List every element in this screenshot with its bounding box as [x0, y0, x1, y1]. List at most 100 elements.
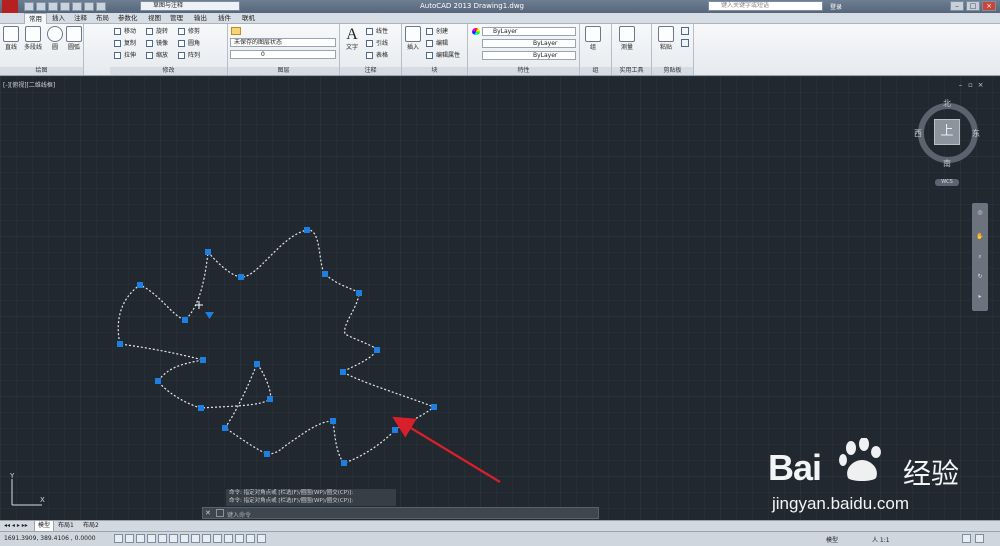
- panel-title-modify[interactable]: 修改: [110, 67, 227, 75]
- grip-point[interactable]: [340, 369, 346, 375]
- maximize-icon[interactable]: □: [966, 1, 980, 11]
- grip-point[interactable]: [117, 341, 123, 347]
- stretch-button[interactable]: 拉伸: [114, 51, 136, 60]
- linear-dim-button[interactable]: 线性: [366, 27, 388, 36]
- steering-wheel-icon[interactable]: ◎: [976, 209, 984, 217]
- quick-properties-icon[interactable]: [246, 534, 255, 543]
- tab-manage[interactable]: 管理: [166, 13, 187, 23]
- measure-button[interactable]: 测量: [616, 26, 638, 51]
- grip-point[interactable]: [238, 274, 244, 280]
- scale-button[interactable]: 缩放: [146, 51, 168, 60]
- panel-title-annotation[interactable]: 注释: [340, 67, 401, 75]
- layer-select[interactable]: 0: [230, 50, 336, 59]
- viewport-close-icon[interactable]: ×: [977, 82, 984, 89]
- tab-layout1[interactable]: 布局1: [55, 521, 77, 531]
- dynamic-input-icon[interactable]: [213, 534, 222, 543]
- line-button[interactable]: 直线: [0, 26, 22, 51]
- minimize-icon[interactable]: –: [950, 1, 964, 11]
- tab-insert[interactable]: 插入: [48, 13, 69, 23]
- dynamic-ucs-icon[interactable]: [202, 534, 211, 543]
- array-button[interactable]: 阵列: [178, 51, 200, 60]
- save-icon[interactable]: [48, 1, 58, 11]
- panel-title-layers[interactable]: 图层: [228, 67, 339, 75]
- rotate-button[interactable]: 旋转: [146, 27, 168, 36]
- compass-north[interactable]: 北: [943, 98, 951, 109]
- trim-button[interactable]: 修剪: [178, 27, 200, 36]
- command-close-icon[interactable]: ✕: [205, 509, 211, 517]
- model-space-button[interactable]: 模型: [826, 535, 838, 544]
- undo-icon[interactable]: [84, 1, 94, 11]
- color-select[interactable]: ByLayer: [482, 27, 576, 36]
- clean-screen-icon[interactable]: [975, 534, 984, 543]
- block-edit-button[interactable]: 编辑: [426, 39, 448, 48]
- viewcube[interactable]: 上 北 南 东 西: [914, 98, 984, 168]
- compass-east[interactable]: 东: [972, 128, 980, 139]
- lineweight-select[interactable]: ByLayer: [482, 51, 576, 60]
- 3d-object-snap-icon[interactable]: [180, 534, 189, 543]
- copy-button[interactable]: 复制: [114, 39, 136, 48]
- mirror-button[interactable]: 镜像: [146, 39, 168, 48]
- panel-title-block[interactable]: 块: [402, 67, 467, 75]
- edit-attributes-button[interactable]: 编辑属性: [426, 51, 460, 60]
- grip-point[interactable]: [304, 227, 310, 233]
- coordinates-readout[interactable]: 1691.3909, 389.4106 , 0.0000: [4, 535, 96, 542]
- grip-point[interactable]: [205, 249, 211, 255]
- lineweight-icon[interactable]: [224, 534, 233, 543]
- command-customize-icon[interactable]: [216, 509, 224, 517]
- search-input[interactable]: 键入关键字或短语: [708, 1, 823, 11]
- grip-point[interactable]: [267, 396, 273, 402]
- grip-point[interactable]: [322, 271, 328, 277]
- infer-constraints-icon[interactable]: [114, 534, 123, 543]
- tab-annotate[interactable]: 注释: [70, 13, 91, 23]
- layer-properties-icon[interactable]: [231, 27, 241, 35]
- paste-button[interactable]: 粘贴: [655, 26, 677, 51]
- wcs-menu[interactable]: WCS: [935, 179, 959, 186]
- grip-point[interactable]: [374, 347, 380, 353]
- cut-icon[interactable]: [681, 27, 689, 35]
- grip-point[interactable]: [356, 290, 362, 296]
- open-icon[interactable]: [36, 1, 46, 11]
- transparency-icon[interactable]: [235, 534, 244, 543]
- tab-parametric[interactable]: 参数化: [114, 13, 142, 23]
- annotation-scale[interactable]: 人 1:1: [872, 535, 890, 544]
- text-button[interactable]: A 文字: [341, 26, 363, 51]
- layer-state-select[interactable]: 未保存的图层状态: [230, 38, 336, 47]
- app-menu-button[interactable]: [2, 0, 18, 13]
- grip-point[interactable]: [198, 405, 204, 411]
- block-create-button[interactable]: 创建: [426, 27, 448, 36]
- workspace-switch-icon[interactable]: [962, 534, 971, 543]
- panel-title-clipboard[interactable]: 剪贴板: [652, 67, 693, 75]
- panel-title-draw[interactable]: 绘图: [0, 67, 83, 75]
- command-input[interactable]: 键入命令: [227, 510, 251, 519]
- object-snap-icon[interactable]: [169, 534, 178, 543]
- command-line[interactable]: ✕ 键入命令: [202, 507, 599, 519]
- workspace-select[interactable]: 草图与注释: [140, 1, 240, 11]
- tab-plugins[interactable]: 插件: [214, 13, 235, 23]
- move-button[interactable]: 移动: [114, 27, 136, 36]
- tab-online[interactable]: 联机: [238, 13, 259, 23]
- tab-view[interactable]: 视图: [144, 13, 165, 23]
- redo-icon[interactable]: [96, 1, 106, 11]
- table-button[interactable]: 表格: [366, 51, 388, 60]
- showmotion-icon[interactable]: ▸: [976, 293, 984, 301]
- tab-output[interactable]: 输出: [190, 13, 211, 23]
- login-button[interactable]: 登录: [830, 2, 842, 11]
- ortho-mode-icon[interactable]: [147, 534, 156, 543]
- close-icon[interactable]: ×: [982, 1, 996, 11]
- linetype-select[interactable]: ByLayer: [482, 39, 576, 48]
- save-as-icon[interactable]: [60, 1, 70, 11]
- polyline-button[interactable]: 多段线: [21, 26, 45, 51]
- group-button[interactable]: 组: [582, 26, 604, 51]
- tab-layout2[interactable]: 布局2: [80, 521, 102, 531]
- tab-layout[interactable]: 布局: [92, 13, 113, 23]
- arc-button[interactable]: 圆弧: [63, 26, 85, 51]
- polar-tracking-icon[interactable]: [158, 534, 167, 543]
- zoom-icon[interactable]: ⌕: [976, 253, 984, 261]
- pan-icon[interactable]: ✋: [976, 233, 984, 241]
- grip-point[interactable]: [200, 357, 206, 363]
- viewport-minimize-icon[interactable]: –: [957, 82, 964, 89]
- compass-south[interactable]: 南: [943, 158, 951, 169]
- grip-point[interactable]: [155, 378, 161, 384]
- grip-point[interactable]: [182, 317, 188, 323]
- grip-point[interactable]: [392, 427, 398, 433]
